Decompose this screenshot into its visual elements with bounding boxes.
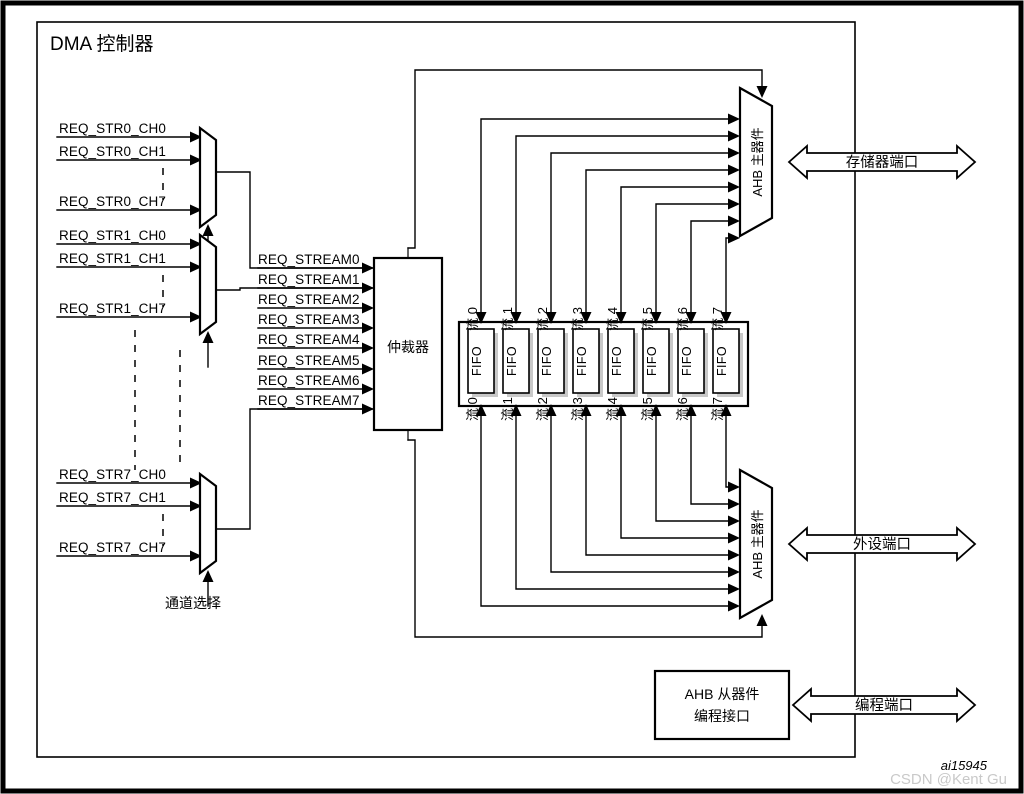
fifo-label-5: FIFO <box>645 346 659 376</box>
memory-port-label: 存储器端口 <box>846 154 919 171</box>
stream-request-label-6: REQ_STREAM6 <box>258 373 360 388</box>
ahb-slave-label-line2: 编程接口 <box>694 708 750 724</box>
stream-request-label-1: REQ_STREAM1 <box>258 272 360 287</box>
peripheral-ahb-master-label: AHB 主器件 <box>750 509 765 578</box>
diagram-canvas: DMA 控制器 REQ_STR0_CH0 REQ_STR0_CH1 REQ_ST… <box>0 0 1024 794</box>
watermark-label: CSDN @Kent Gu <box>890 771 1007 788</box>
fifo-stream-label-top-1: 流 1 <box>500 307 515 331</box>
fifo-stream-label-top-6: 流 6 <box>675 307 690 331</box>
fifo-label-6: FIFO <box>680 346 694 376</box>
fifo-stream-label-bottom-0: 流 0 <box>465 397 480 421</box>
dma-controller-block-diagram: DMA 控制器 REQ_STR0_CH0 REQ_STR0_CH1 REQ_ST… <box>0 0 1024 794</box>
signal-label-req-str7-ch0: REQ_STR7_CH0 <box>59 467 166 482</box>
fifo-stream-label-bottom-3: 流 3 <box>570 397 585 421</box>
fifo-stream-label-top-5: 流 5 <box>640 307 655 331</box>
channel-select-label: 通道选择 <box>165 595 221 611</box>
signal-label-req-str1-ch1: REQ_STR1_CH1 <box>59 251 166 266</box>
channel-mux-stream7 <box>198 471 218 576</box>
signal-label-req-str1-ch7: REQ_STR1_CH7 <box>59 301 166 316</box>
fifo-label-3: FIFO <box>575 346 589 376</box>
signal-label-req-str0-ch7: REQ_STR0_CH7 <box>59 194 166 209</box>
fifo-label-0: FIFO <box>470 346 484 376</box>
fifo-stream-label-bottom-5: 流 5 <box>640 397 655 421</box>
stream-request-label-4: REQ_STREAM4 <box>258 332 360 347</box>
stream-request-label-5: REQ_STREAM5 <box>258 353 360 368</box>
fifo-label-4: FIFO <box>610 346 624 376</box>
signal-label-req-str1-ch0: REQ_STR1_CH0 <box>59 228 166 243</box>
signal-label-req-str7-ch7: REQ_STR7_CH7 <box>59 540 166 555</box>
signal-label-req-str0-ch0: REQ_STR0_CH0 <box>59 121 166 136</box>
signal-label-req-str0-ch1: REQ_STR0_CH1 <box>59 144 166 159</box>
fifo-stream-label-bottom-7: 流 7 <box>710 397 725 421</box>
programming-port-label: 编程端口 <box>855 697 913 714</box>
fifo-stream-label-bottom-4: 流 4 <box>605 397 620 421</box>
fifo-label-2: FIFO <box>540 346 554 376</box>
channel-mux-stream1 <box>198 232 218 337</box>
stream-request-label-3: REQ_STREAM3 <box>258 312 360 327</box>
stream-request-label-7: REQ_STREAM7 <box>258 393 360 408</box>
stream-request-label-2: REQ_STREAM2 <box>258 292 360 307</box>
fifo-stream-label-bottom-1: 流 1 <box>500 397 515 421</box>
fifo-stream-label-bottom-6: 流 6 <box>675 397 690 421</box>
peripheral-port-label: 外设端口 <box>853 536 911 553</box>
fifo-stream-label-top-2: 流 2 <box>535 307 550 331</box>
signal-label-req-str7-ch1: REQ_STR7_CH1 <box>59 490 166 505</box>
page-title: DMA 控制器 <box>50 33 153 55</box>
arbiter-label: 仲裁器 <box>387 339 429 355</box>
channel-mux-stream0 <box>198 125 218 230</box>
fifo-stream-label-bottom-2: 流 2 <box>535 397 550 421</box>
arbiter-block: 仲裁器 <box>372 247 444 441</box>
stream-request-label-0: REQ_STREAM0 <box>258 252 360 267</box>
fifo-stream-label-top-4: 流 4 <box>605 307 620 331</box>
fifo-label-1: FIFO <box>505 346 519 376</box>
fifo-stream-label-top-7: 流 7 <box>710 307 725 331</box>
fifo-stream-label-top-3: 流 3 <box>570 307 585 331</box>
ahb-slave-box <box>653 669 791 741</box>
fifo-label-7: FIFO <box>715 346 729 376</box>
fifo-stream-label-top-0: 流 0 <box>465 307 480 331</box>
memory-ahb-master-label: AHB 主器件 <box>750 127 765 196</box>
ahb-slave-label-line1: AHB 从器件 <box>685 686 760 702</box>
